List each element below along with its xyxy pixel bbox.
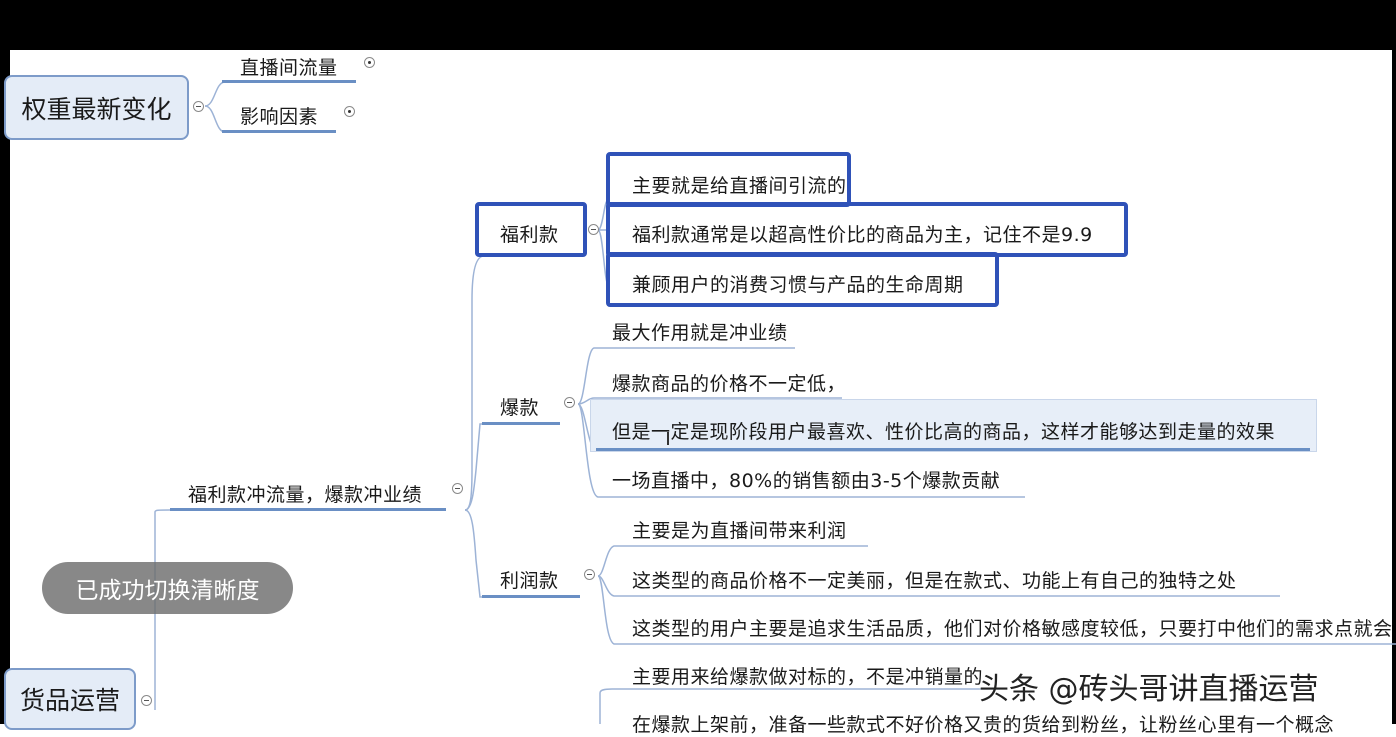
- category-hot[interactable]: 爆款: [500, 393, 539, 420]
- hot-item-2[interactable]: 爆款商品的价格不一定低，: [612, 369, 846, 396]
- collapse-icon[interactable]: [452, 483, 463, 494]
- hot-item-3[interactable]: 但是一定是现阶段用户最喜欢、性价比高的商品，这样才能够达到走量的效果: [612, 417, 1275, 444]
- node-underline: [596, 448, 1310, 451]
- hot-item-4[interactable]: 一场直播中，80%的销售额由3-5个爆款贡献: [612, 466, 1000, 493]
- category-profit[interactable]: 利润款: [500, 566, 559, 593]
- mouse-cursor-icon: [667, 432, 677, 445]
- category-welfare[interactable]: 福利款: [500, 220, 559, 247]
- node-live-room-traffic[interactable]: 直播间流量: [240, 53, 338, 80]
- root-node-goods-operation[interactable]: 货品运营: [4, 668, 136, 730]
- collapse-icon[interactable]: [141, 695, 152, 706]
- root-node-weight-changes[interactable]: 权重最新变化: [4, 75, 189, 140]
- node-underline: [222, 130, 336, 133]
- node-influence-factors[interactable]: 影响因素: [240, 102, 318, 129]
- node-underline: [482, 595, 580, 598]
- profit-item-3[interactable]: 这类型的用户主要是追求生活品质，他们对价格敏感度较低，只要打中他们的需求点就会: [632, 614, 1393, 641]
- profit-item-2[interactable]: 这类型的商品价格不一定美丽，但是在款式、功能上有自己的独特之处: [632, 566, 1237, 593]
- collapse-icon[interactable]: [193, 101, 204, 112]
- watermark: 头条 @砖头哥讲直播运营: [979, 672, 1319, 707]
- welfare-item-3[interactable]: 兼顾用户的消费习惯与产品的生命周期: [632, 270, 964, 297]
- collapse-icon[interactable]: [564, 397, 575, 408]
- expand-icon[interactable]: [364, 57, 375, 68]
- node-underline: [222, 80, 356, 83]
- clarity-switched-toast: 已成功切换清晰度: [42, 562, 293, 614]
- expand-icon[interactable]: [344, 106, 355, 117]
- welfare-item-1[interactable]: 主要就是给直播间引流的: [632, 171, 847, 198]
- node-branch-welfare-hot[interactable]: 福利款冲流量，爆款冲业绩: [188, 480, 422, 507]
- welfare-item-2[interactable]: 福利款通常是以超高性价比的商品为主，记住不是9.9: [632, 220, 1093, 247]
- collapse-icon[interactable]: [584, 569, 595, 580]
- node-underline: [170, 508, 446, 511]
- node-underline: [482, 422, 560, 425]
- hot-item-1[interactable]: 最大作用就是冲业绩: [612, 318, 788, 345]
- profit-item-1[interactable]: 主要是为直播间带来利润: [632, 516, 847, 543]
- root-node-label: 货品运营: [19, 686, 120, 715]
- toast-label: 已成功切换清晰度: [75, 578, 260, 604]
- root-node-label: 权重最新变化: [21, 94, 172, 124]
- collapse-icon[interactable]: [588, 224, 599, 235]
- bottom-item-1[interactable]: 主要用来给爆款做对标的，不是冲销量的: [632, 662, 983, 689]
